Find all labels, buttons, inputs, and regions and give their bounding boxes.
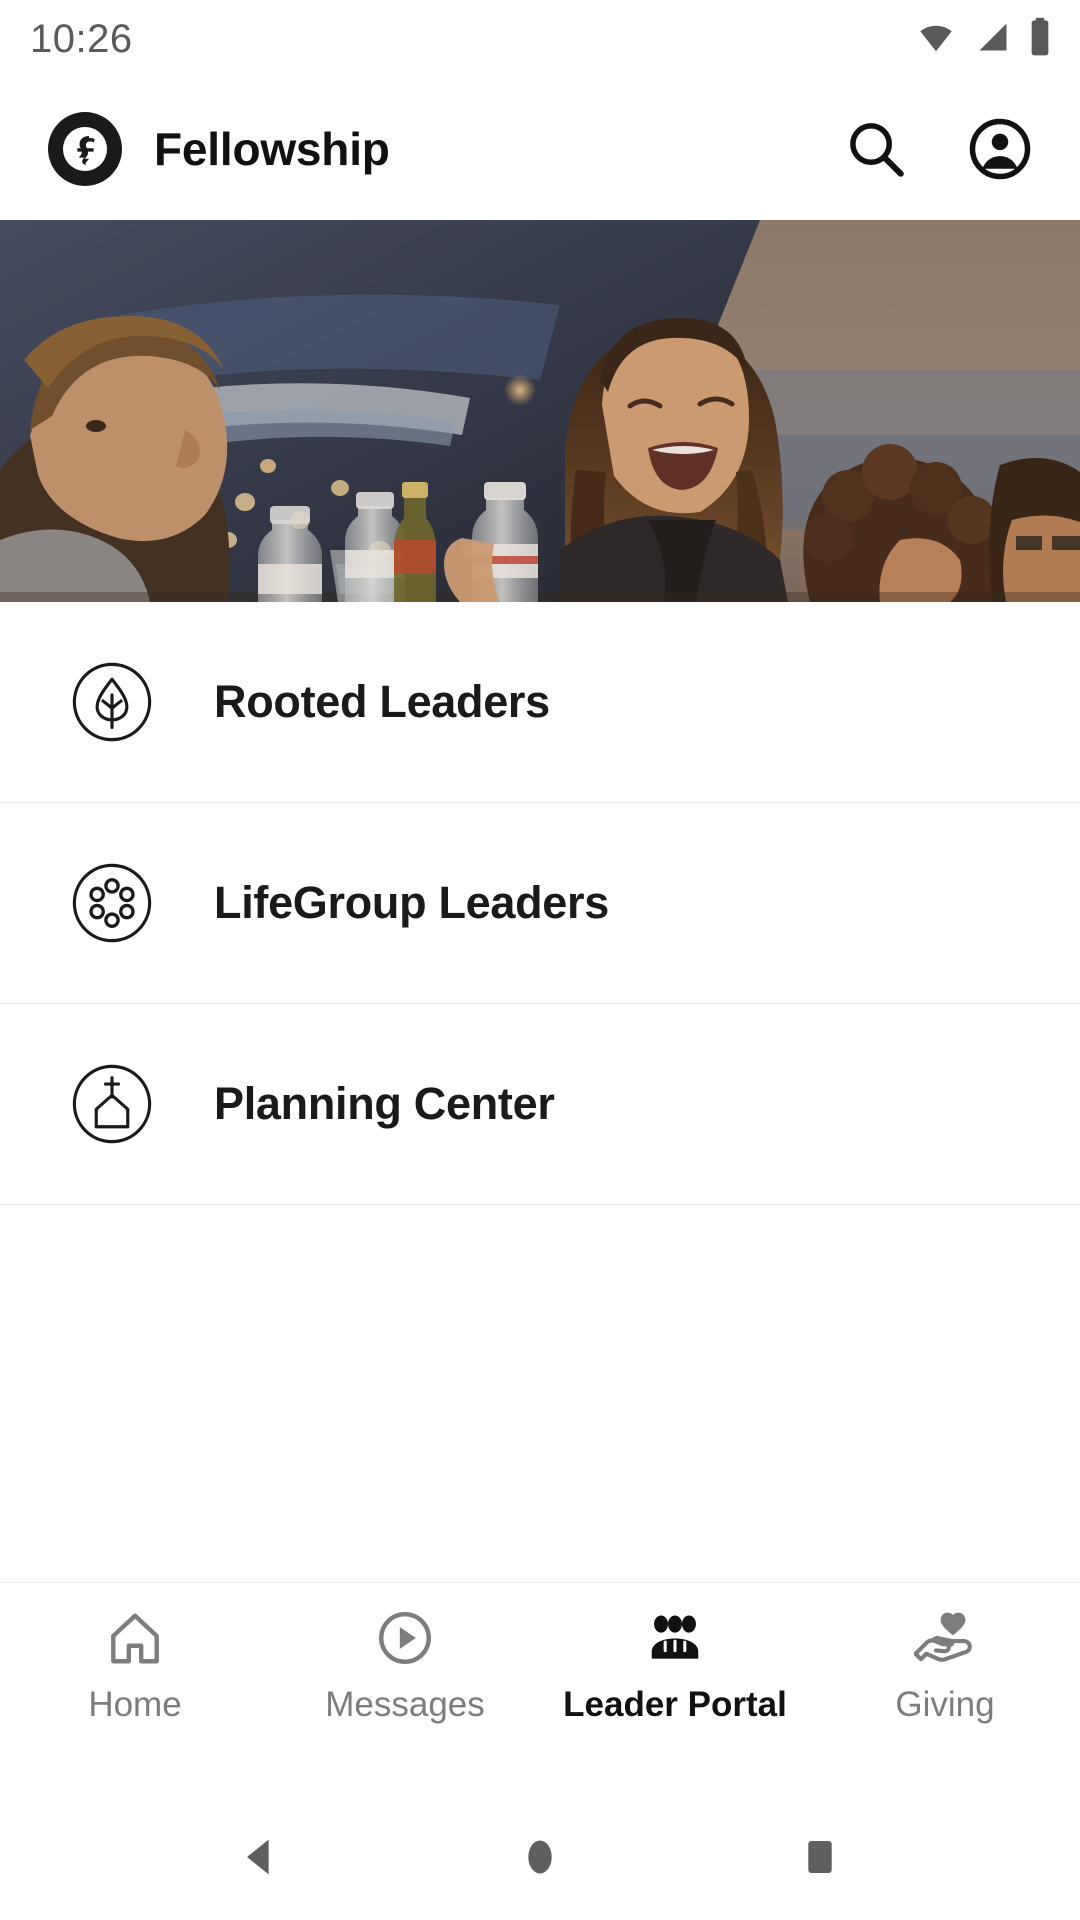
menu-item-label: Rooted Leaders — [214, 676, 550, 727]
search-icon[interactable] — [840, 113, 912, 185]
battery-icon — [1028, 17, 1052, 62]
home-button[interactable] — [510, 1827, 570, 1887]
menu-item-planning-center[interactable]: Planning Center — [0, 1004, 1080, 1205]
cellular-signal-icon — [972, 19, 1014, 60]
leaf-sprout-icon — [68, 658, 156, 746]
hand-heart-icon — [914, 1607, 976, 1669]
back-button[interactable] — [230, 1827, 290, 1887]
people-group-icon — [644, 1607, 706, 1669]
app-bar: Fellowship — [0, 78, 1080, 220]
tab-label: Giving — [895, 1685, 995, 1724]
home-icon — [104, 1607, 166, 1669]
leader-portal-menu-list: Rooted Leaders LifeGroup Leaders Plannin… — [0, 602, 1080, 1205]
menu-item-label: Planning Center — [214, 1078, 555, 1129]
bottom-navigation-bar: Home Messages Leader Portal Giving — [0, 1582, 1080, 1794]
tab-label: Leader Portal — [563, 1685, 787, 1724]
tab-giving[interactable]: Giving — [810, 1607, 1080, 1725]
app-brand: Fellowship — [48, 112, 840, 186]
tab-messages[interactable]: Messages — [270, 1607, 540, 1725]
account-icon[interactable] — [964, 113, 1036, 185]
play-circle-icon — [374, 1607, 436, 1669]
android-system-navigation — [0, 1794, 1080, 1920]
church-building-icon — [68, 1060, 156, 1148]
tab-label: Home — [88, 1685, 182, 1724]
hero-banner-image[interactable] — [0, 220, 1080, 602]
status-time: 10:26 — [30, 16, 133, 61]
status-bar: 10:26 — [0, 0, 1080, 78]
app-title: Fellowship — [154, 123, 390, 175]
status-bar-icons — [914, 17, 1052, 62]
content-spacer — [0, 1205, 1080, 1582]
menu-item-label: LifeGroup Leaders — [214, 877, 609, 928]
wifi-icon — [914, 19, 958, 60]
app-screen: 10:26 Fellowship Rooted Leaders LifeGrou… — [0, 0, 1080, 1920]
menu-item-rooted-leaders[interactable]: Rooted Leaders — [0, 602, 1080, 803]
menu-item-lifegroup-leaders[interactable]: LifeGroup Leaders — [0, 803, 1080, 1004]
group-circles-icon — [68, 859, 156, 947]
tab-home[interactable]: Home — [0, 1607, 270, 1725]
tab-label: Messages — [325, 1685, 485, 1724]
fellowship-logo-icon — [48, 112, 122, 186]
app-bar-actions — [840, 113, 1036, 185]
tab-leader-portal[interactable]: Leader Portal — [540, 1607, 810, 1725]
recents-button[interactable] — [790, 1827, 850, 1887]
